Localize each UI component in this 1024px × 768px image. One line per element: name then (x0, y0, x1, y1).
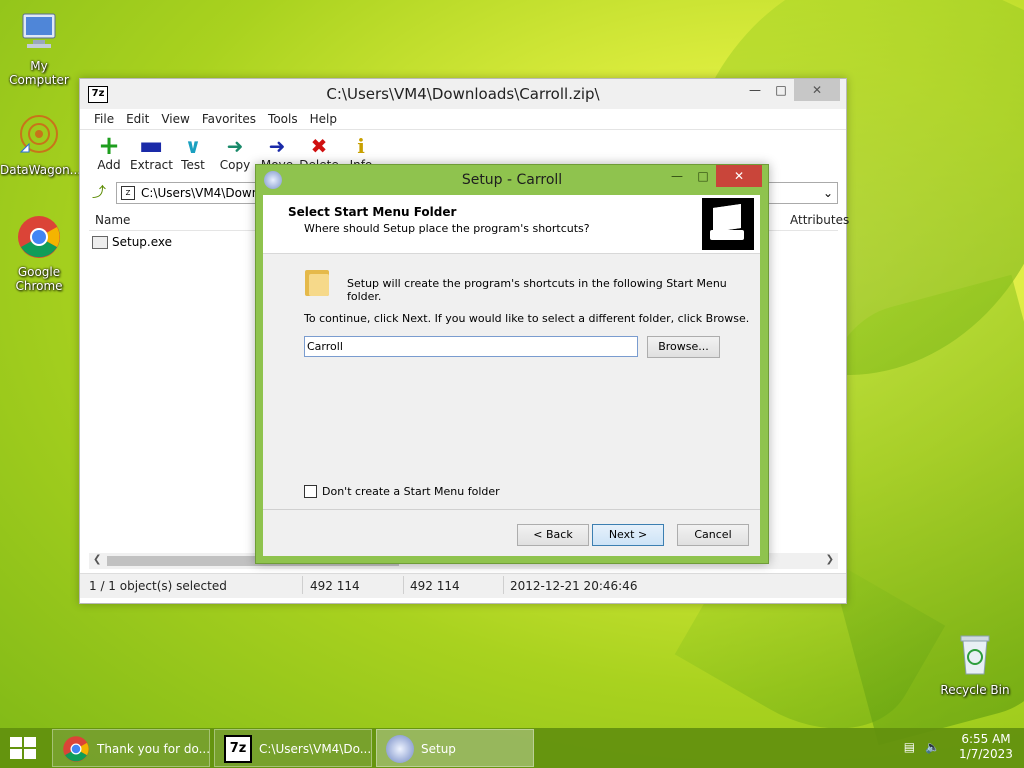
clock-time: 6:55 AM (961, 732, 1011, 746)
taskbar-item-label: C:\Users\VM4\Do... (259, 742, 372, 756)
clock[interactable]: 6:55 AM 1/7/2023 (956, 732, 1016, 762)
start-menu-folder-input[interactable]: Carroll (304, 336, 638, 357)
minimize-button[interactable]: — (742, 79, 768, 101)
start-button[interactable] (10, 737, 38, 759)
cancel-button[interactable]: Cancel (677, 524, 749, 546)
dialog-header: Select Start Menu Folder Where should Se… (263, 195, 760, 254)
menu-file[interactable]: File (88, 109, 120, 129)
desktop-icon-label: Recycle Bin (940, 683, 1010, 697)
desktop-icon-label: DataWagon... (0, 163, 82, 177)
desktop-icon-datawagon[interactable]: DataWagon... (0, 112, 82, 177)
info-text: Setup will create the program's shortcut… (347, 277, 727, 303)
chrome-icon (63, 736, 89, 762)
taskbar: Thank you for do... 7z C:\Users\VM4\Do..… (0, 728, 1024, 768)
up-folder-button[interactable]: ⤴ (88, 182, 110, 204)
file-name: Setup.exe (112, 235, 173, 249)
extract-label: Extract (130, 158, 173, 172)
title-bar[interactable]: 7z C:\Users\VM4\Downloads\Carroll.zip\ —… (80, 79, 846, 109)
column-name[interactable]: Name (95, 213, 130, 227)
copy-button[interactable]: ➜ Copy (214, 130, 256, 178)
window-title: C:\Users\VM4\Downloads\Carroll.zip\ (326, 85, 600, 103)
desktop-icon-google-chrome[interactable]: Google Chrome (0, 214, 78, 293)
menu-tools[interactable]: Tools (262, 109, 304, 129)
next-button[interactable]: Next > (592, 524, 664, 546)
clock-date: 1/7/2023 (959, 747, 1013, 761)
no-start-menu-checkbox[interactable]: Don't create a Start Menu folder (304, 485, 500, 498)
desktop-icon-recycle-bin[interactable]: Recycle Bin (936, 632, 1014, 697)
page-title: Select Start Menu Folder (288, 205, 457, 219)
status-size: 492 114 (310, 579, 360, 593)
taskbar-item-label: Setup (421, 742, 456, 756)
computer-icon (22, 13, 56, 48)
close-button[interactable]: ✕ (716, 165, 762, 187)
exe-file-icon (92, 235, 108, 249)
folder-icon (305, 270, 329, 296)
desktop-icon-my-computer[interactable]: My Computer (0, 10, 78, 87)
desktop-icon-label: Google Chrome (15, 265, 63, 293)
info-icon: i (357, 134, 365, 158)
minimize-button[interactable]: — (664, 165, 690, 187)
delete-x-icon: ✖ (310, 134, 328, 158)
add-label: Add (97, 158, 121, 172)
taskbar-item-chrome[interactable]: Thank you for do... (52, 729, 210, 767)
datawagon-icon (19, 115, 58, 153)
status-packed: 492 114 (410, 579, 460, 593)
copy-arrow-icon: ➜ (226, 134, 244, 158)
dialog-body: Select Start Menu Folder Where should Se… (263, 195, 760, 556)
check-icon: ∨ (184, 134, 202, 158)
menu-favorites[interactable]: Favorites (196, 109, 262, 129)
copy-label: Copy (219, 158, 251, 172)
status-modified: 2012-12-21 20:46:46 (510, 579, 638, 593)
installer-logo-icon (702, 198, 754, 250)
menu-help[interactable]: Help (304, 109, 343, 129)
7zip-icon: 7z (224, 735, 252, 763)
setup-icon (386, 735, 414, 763)
volume-icon[interactable]: 🔈 (925, 740, 940, 754)
status-selected: 1 / 1 object(s) selected (89, 579, 227, 593)
setup-dialog: Setup - Carroll — □ ✕ Select Start Menu … (255, 164, 769, 564)
taskbar-item-7zip[interactable]: 7z C:\Users\VM4\Do... (214, 729, 372, 767)
column-attributes[interactable]: Attributes (790, 213, 849, 227)
maximize-button[interactable]: □ (768, 79, 794, 101)
test-button[interactable]: ∨ Test (172, 130, 214, 178)
maximize-button[interactable]: □ (690, 165, 716, 187)
recycle-bin-icon (960, 635, 990, 675)
move-arrow-icon: ➜ (268, 134, 286, 158)
desktop-icon-label: My Computer (9, 59, 69, 87)
extract-button[interactable]: ▬ Extract (130, 130, 173, 178)
taskbar-item-label: Thank you for do... (97, 742, 210, 756)
browse-button[interactable]: Browse... (647, 336, 720, 358)
divider (263, 509, 760, 510)
chevron-down-icon[interactable]: ⌄ (823, 183, 833, 203)
scroll-left-icon[interactable]: ❮ (93, 554, 101, 565)
archive-icon: Z (121, 186, 135, 200)
checkbox-box[interactable] (304, 485, 317, 498)
page-subtitle: Where should Setup place the program's s… (304, 222, 590, 235)
minus-icon: ▬ (138, 131, 164, 161)
menu-edit[interactable]: Edit (120, 109, 155, 129)
test-label: Test (181, 158, 205, 172)
continue-text: To continue, click Next. If you would li… (304, 312, 750, 325)
chrome-icon (18, 216, 60, 258)
title-bar[interactable]: Setup - Carroll — □ ✕ (256, 165, 768, 195)
status-bar: 1 / 1 object(s) selected 492 114 492 114… (80, 573, 846, 598)
scroll-right-icon[interactable]: ❯ (826, 554, 834, 565)
close-button[interactable]: ✕ (794, 79, 840, 101)
menu-bar: File Edit View Favorites Tools Help (80, 109, 846, 130)
taskbar-item-setup[interactable]: Setup (376, 729, 534, 767)
list-item[interactable]: Setup.exe (92, 235, 172, 249)
network-icon[interactable]: ▤ (904, 740, 915, 754)
plus-icon: + (98, 131, 120, 161)
system-tray: ▤ 🔈 (904, 740, 940, 754)
back-button[interactable]: < Back (517, 524, 589, 546)
checkbox-label: Don't create a Start Menu folder (322, 485, 500, 498)
menu-view[interactable]: View (155, 109, 195, 129)
add-button[interactable]: + Add (88, 130, 130, 178)
